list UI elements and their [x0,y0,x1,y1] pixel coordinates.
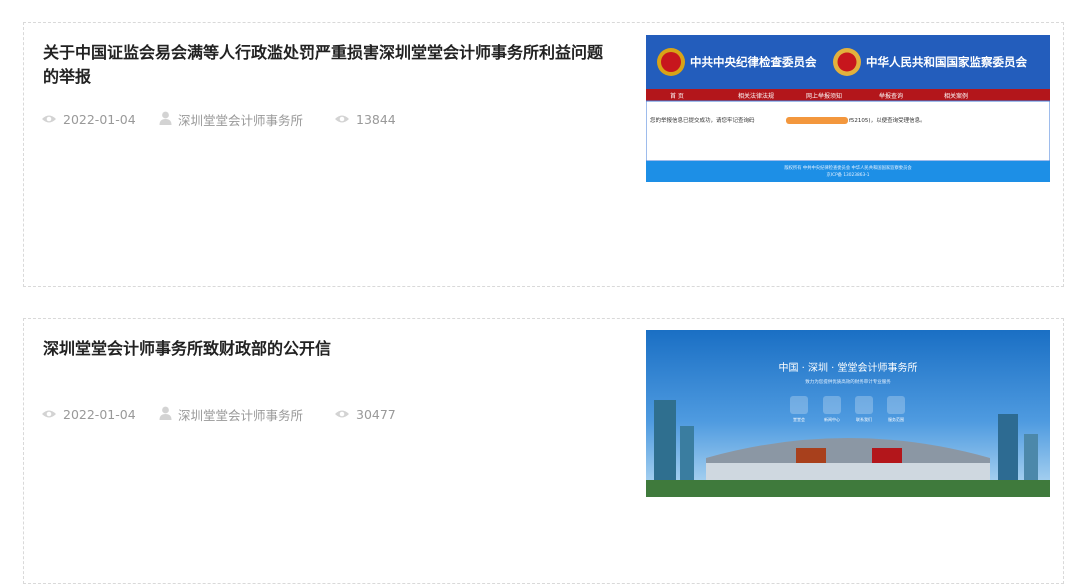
article-meta: 2022-01-04 深圳堂堂会计师事务所 13844 [41,110,396,129]
article-author: 深圳堂堂会计师事务所 [159,405,334,424]
thumb-nav-item: 相关法律法规 [738,92,774,100]
party-emblem-icon [657,48,685,76]
redaction-mark [786,117,848,124]
article-views-text: 30477 [356,407,396,422]
banner-left-title: 中共中央纪律检查委员会 [690,55,817,69]
article-date-text: 2022-01-04 [63,112,136,127]
eye-icon [41,112,57,127]
thumb-subline: 致力为您提供优质高效的财务审计专业服务 [805,378,891,385]
eye-icon [334,112,350,127]
thumb-footer-line1: 版权所有 中共中央纪律检查委员会 中华人民共和国国家监察委员会 [784,164,912,171]
thumb-icon-label: 服务范围 [888,416,904,422]
article-card[interactable]: 关于中国证监会易会满等人行政滥处罚严重损害深圳堂堂会计师事务所利益问题的举报 2… [23,22,1064,287]
article-thumbnail[interactable]: 中共中央纪律检查委员会 中华人民共和国国家监察委员会 首 页 相关法律法规 网上… [646,35,1050,182]
user-icon [159,406,172,423]
user-icon [159,111,172,128]
article-date-text: 2022-01-04 [63,407,136,422]
thumb-nav-item: 首 页 [670,92,684,100]
article-views-text: 13844 [356,112,396,127]
thumb-icon-label: 堂堂会 [793,416,805,422]
article-author-text: 深圳堂堂会计师事务所 [178,408,304,423]
thumb-nav-item: 网上举报须知 [806,92,842,100]
banner-right-title: 中华人民共和国国家监察委员会 [866,55,1027,69]
article-card[interactable]: 深圳堂堂会计师事务所致财政部的公开信 2022-01-04 深圳堂堂会计师事务所… [23,318,1064,584]
article-views: 13844 [334,112,396,127]
article-title[interactable]: 关于中国证监会易会满等人行政滥处罚严重损害深圳堂堂会计师事务所利益问题的举报 [43,41,613,89]
thumb-notice-tail: f52105)，以便查询受理信息。 [849,116,926,124]
article-title[interactable]: 深圳堂堂会计师事务所致财政部的公开信 [43,337,613,361]
article-date: 2022-01-04 [41,407,159,422]
article-views: 30477 [334,407,396,422]
article-date: 2022-01-04 [41,112,159,127]
article-meta: 2022-01-04 深圳堂堂会计师事务所 30477 [41,405,396,424]
article-thumbnail[interactable]: 中国 · 深圳 · 堂堂会计师事务所 致力为您提供优质高效的财务审计专业服务 堂… [646,330,1050,497]
eye-icon [41,407,57,422]
thumb-notice-text: 您的举报信息已提交成功，请您牢记查询码 [650,116,755,124]
article-author-text: 深圳堂堂会计师事务所 [178,113,304,128]
thumb-icon-label: 联系我们 [856,416,872,422]
article-author: 深圳堂堂会计师事务所 [159,110,334,129]
thumb-footer-line2: 京ICP备 13023863-1 [827,171,870,178]
eye-icon [334,407,350,422]
thumb-headline: 中国 · 深圳 · 堂堂会计师事务所 [778,361,917,374]
thumb-icon-label: 新闻中心 [824,416,840,422]
national-emblem-icon [833,48,861,76]
thumb-nav-item: 举报查询 [879,92,903,100]
thumb-nav-item: 相关案例 [944,92,968,100]
